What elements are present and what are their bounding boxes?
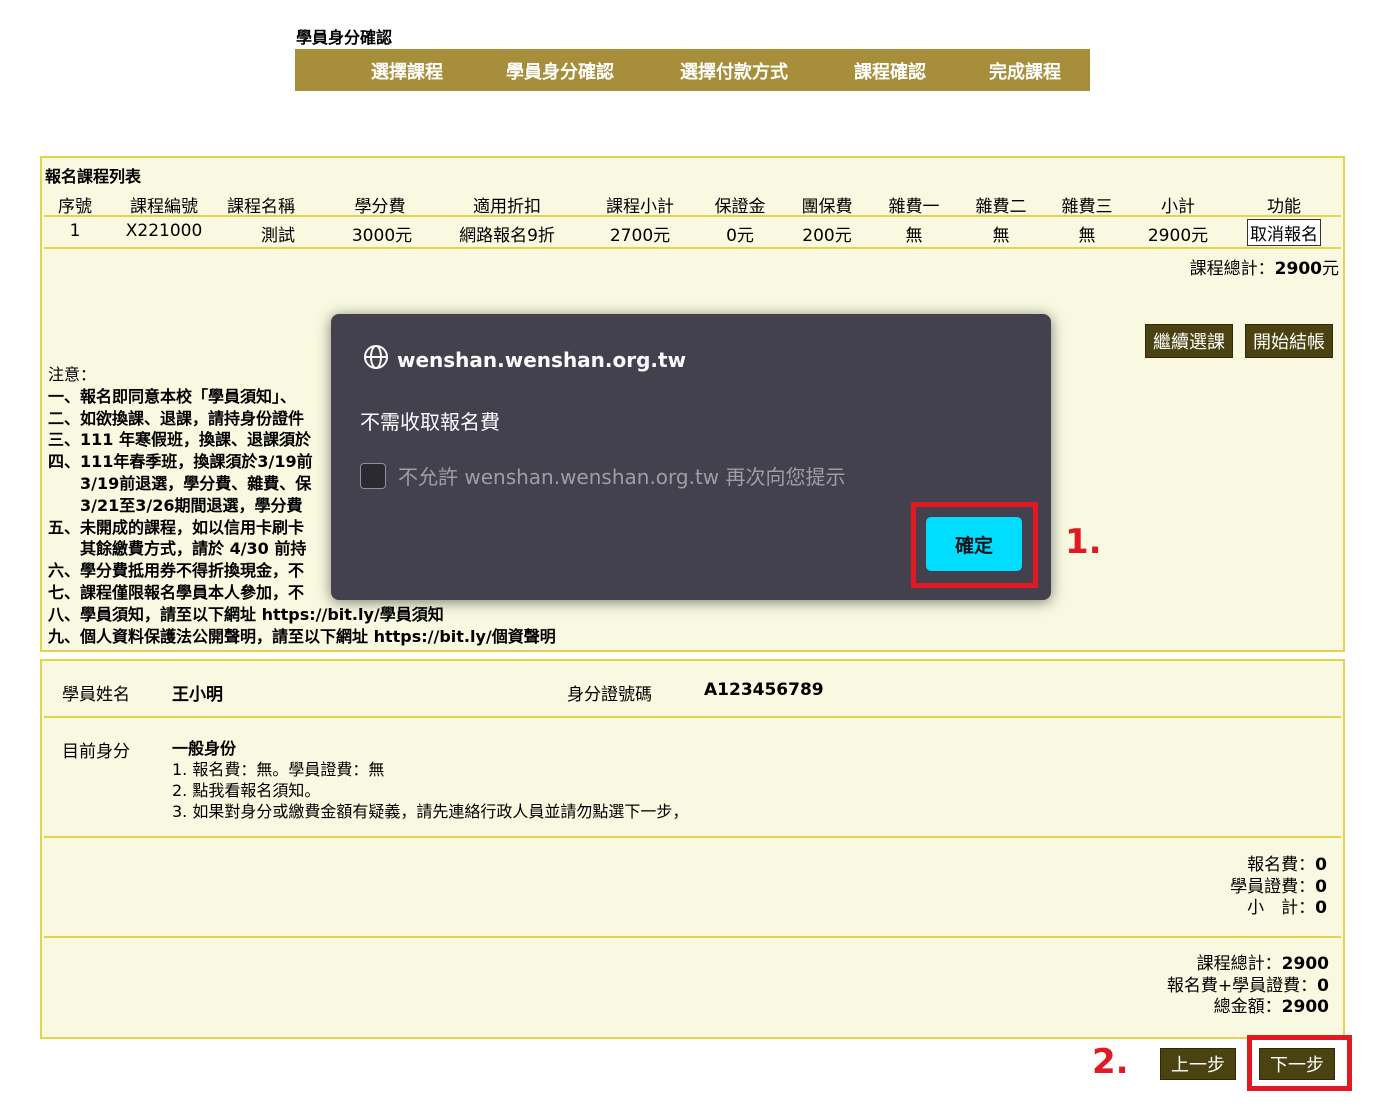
cell-credit-fee: 3000元 [351, 226, 413, 246]
cell-name: 測試 [261, 226, 295, 246]
status-info: 一般身份 1. 報名費：無。學員證費：無 2. 點我看報名須知。 3. 如果對身… [172, 738, 688, 822]
status-label: 目前身分 [62, 742, 130, 762]
note-item: 九、個人資料保護法公開聲明，請至以下網址 https://bit.ly/個資聲明 [48, 626, 556, 646]
suppress-prompts-label: 不允許 wenshan.wenshan.org.tw 再次向您提示 [398, 465, 846, 489]
dialog-origin-text: wenshan.wenshan.org.tw [397, 347, 687, 372]
continue-selecting-button[interactable]: 繼續選課 [1145, 324, 1233, 358]
globe-icon [363, 344, 389, 375]
note-item: 八、學員須知，請至以下網址 https://bit.ly/學員須知 [48, 604, 444, 624]
cancel-registration-button[interactable]: 取消報名 [1247, 219, 1321, 246]
cell-deposit: 0元 [726, 226, 754, 246]
col-header: 雜費一 [888, 197, 940, 217]
student-identity-row: 學員姓名 王小明 身分證號碼 A123456789 [44, 661, 1341, 718]
total-line: 總金額：2900 [1213, 997, 1329, 1017]
table-row: 1 X221000 測試 3000元 網路報名9折 2700元 0元 200元 … [44, 219, 1341, 249]
cell-insurance: 200元 [802, 226, 852, 246]
step-select-course: 選擇課程 [371, 62, 443, 83]
col-header: 雜費二 [975, 197, 1027, 217]
fee-line: 小 計：0 [1247, 898, 1327, 918]
fee-line: 學員證費：0 [1230, 876, 1327, 897]
status-value: 一般身份 [172, 739, 237, 758]
step-payment-method: 選擇付款方式 [680, 62, 788, 83]
student-status-row: 目前身分 一般身份 1. 報名費：無。學員證費：無 2. 點我看報名須知。 3.… [44, 718, 1341, 838]
page-title: 學員身分確認 [296, 28, 393, 47]
cell-misc2: 無 [992, 226, 1010, 246]
col-header: 序號 [58, 197, 92, 217]
highlight-ok-button [911, 502, 1038, 588]
col-header: 學分費 [354, 197, 406, 217]
suppress-prompts-row[interactable]: 不允許 wenshan.wenshan.org.tw 再次向您提示 [360, 461, 846, 490]
status-line: 3. 如果對身分或繳費金額有疑義，請先連絡行政人員並請勿點選下一步， [172, 802, 689, 821]
col-header: 課程編號 [130, 197, 198, 217]
course-list-title: 報名課程列表 [45, 167, 142, 186]
id-number-label: 身分證號碼 [567, 685, 652, 705]
annotation-step-1: 1. [1065, 522, 1102, 562]
cell-course-subtotal: 2700元 [609, 226, 671, 246]
cell-misc1: 無 [905, 226, 923, 246]
col-header: 小計 [1161, 197, 1195, 217]
course-total: 課程總計：2900元 [1189, 259, 1339, 279]
previous-step-button[interactable]: 上一步 [1160, 1048, 1236, 1080]
col-header: 適用折扣 [473, 197, 541, 217]
dialog-origin: wenshan.wenshan.org.tw [363, 344, 686, 375]
cell-discount: 網路報名9折 [459, 226, 555, 246]
id-number-value: A123456789 [704, 680, 824, 700]
step-identity-confirm: 學員身分確認 [506, 62, 614, 83]
col-header: 雜費三 [1061, 197, 1113, 217]
col-header: 團保費 [801, 197, 853, 217]
cell-misc3: 無 [1078, 226, 1096, 246]
start-checkout-button[interactable]: 開始結帳 [1245, 324, 1333, 358]
status-line[interactable]: 2. 點我看報名須知。 [172, 780, 688, 801]
course-table-header: 序號 課程編號 課程名稱 學分費 適用折扣 課程小計 保證金 團保費 雜費一 雜… [44, 190, 1341, 217]
status-line: 1. 報名費：無。學員證費：無 [172, 760, 385, 779]
col-header: 保證金 [714, 197, 766, 217]
total-list: 課程總計：2900 報名費+學員證費：0 總金額：2900 [1167, 954, 1329, 1019]
col-header: 功能 [1267, 197, 1301, 217]
fee-line: 報名費：0 [1247, 855, 1327, 875]
col-header: 課程名稱 [227, 197, 295, 217]
cell-no: 1 [69, 221, 81, 241]
suppress-prompts-checkbox[interactable] [360, 462, 386, 489]
total-line: 課程總計：2900 [1196, 954, 1329, 974]
highlight-next-button [1247, 1035, 1352, 1091]
annotation-step-2: 2. [1092, 1042, 1129, 1082]
student-info-panel: 學員姓名 王小明 身分證號碼 A123456789 目前身分 一般身份 1. 報… [40, 659, 1345, 1039]
step-course-confirm: 課程確認 [854, 62, 926, 83]
student-name-label: 學員姓名 [62, 685, 130, 705]
col-header: 課程小計 [606, 197, 674, 217]
student-name-value: 王小明 [172, 685, 223, 705]
progress-steps: 選擇課程 學員身分確認 選擇付款方式 課程確認 完成課程 [295, 49, 1090, 91]
step-complete: 完成課程 [989, 62, 1061, 83]
total-line: 報名費+學員證費：0 [1166, 975, 1329, 996]
dialog-message: 不需收取報名費 [360, 410, 500, 434]
cell-subtotal: 2900元 [1147, 226, 1209, 246]
fee-list: 報名費：0 學員證費：0 小 計：0 [1230, 855, 1327, 920]
fee-section: 報名費：0 學員證費：0 小 計：0 [44, 838, 1341, 938]
cell-code: X221000 [125, 221, 203, 241]
